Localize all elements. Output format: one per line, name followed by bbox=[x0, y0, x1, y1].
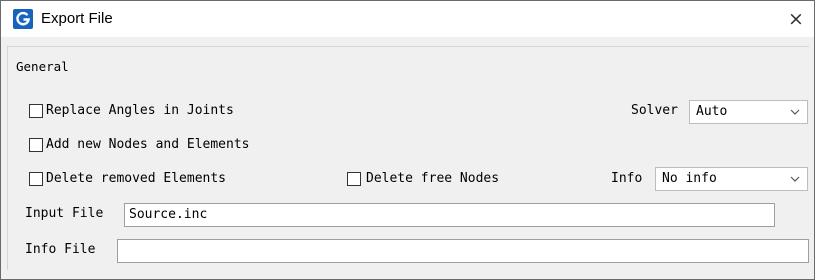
delete-removed-checkbox[interactable] bbox=[29, 172, 43, 186]
general-group-label: General bbox=[13, 59, 72, 74]
delete-removed-label: Delete removed Elements bbox=[46, 171, 227, 186]
title-bar: Export File × bbox=[1, 1, 814, 37]
replace-angles-checkbox[interactable] bbox=[29, 104, 43, 118]
info-file-label: Info File bbox=[25, 242, 96, 257]
info-select-value: No info bbox=[662, 171, 717, 186]
solver-label: Solver bbox=[631, 103, 678, 118]
g-logo-icon bbox=[13, 9, 33, 29]
input-file-field[interactable]: Source.inc bbox=[124, 203, 775, 227]
info-select[interactable]: No info bbox=[655, 167, 808, 191]
solver-select-value: Auto bbox=[696, 104, 728, 119]
input-file-value: Source.inc bbox=[129, 207, 208, 222]
input-file-label: Input File bbox=[25, 206, 104, 221]
chevron-down-icon bbox=[790, 176, 800, 182]
info-file-field[interactable] bbox=[117, 239, 809, 263]
delete-free-label: Delete free Nodes bbox=[366, 171, 500, 186]
close-button[interactable]: × bbox=[781, 5, 811, 33]
general-group-box bbox=[7, 46, 809, 270]
replace-angles-label: Replace Angles in Joints bbox=[46, 103, 234, 118]
info-label: Info bbox=[611, 171, 643, 186]
window-title: Export File bbox=[41, 10, 113, 27]
delete-free-checkbox[interactable] bbox=[347, 172, 361, 186]
solver-select[interactable]: Auto bbox=[689, 100, 808, 124]
chevron-down-icon bbox=[790, 109, 800, 115]
export-file-dialog: Export File × General Replace Angles in … bbox=[0, 0, 815, 280]
add-nodes-checkbox[interactable] bbox=[29, 138, 43, 152]
add-nodes-label: Add new Nodes and Elements bbox=[46, 137, 250, 152]
